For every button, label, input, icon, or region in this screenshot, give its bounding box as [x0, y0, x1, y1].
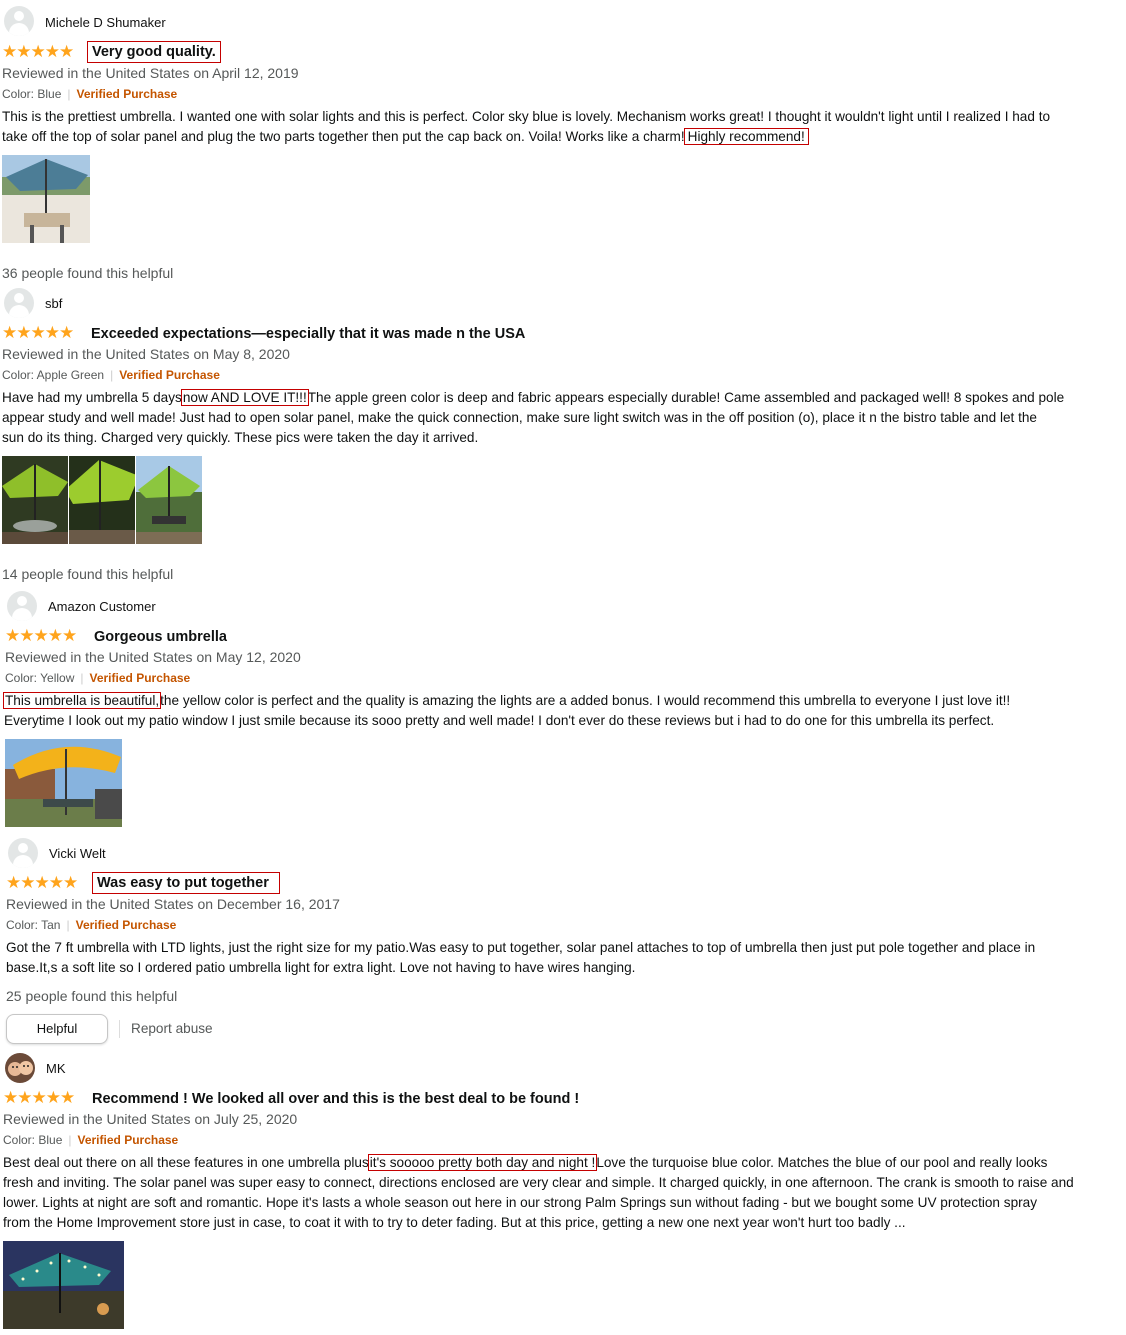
- review-body-line: Best deal out there on all these feature…: [3, 1153, 1074, 1173]
- review-image[interactable]: [136, 456, 202, 544]
- reviewer-name[interactable]: MK: [46, 1061, 66, 1076]
- star-rating-icon[interactable]: ★★★★★: [6, 874, 78, 892]
- review-body-line: lower. Lights at night are soft and roma…: [3, 1195, 1038, 1210]
- review-body: This is the prettiest umbrella. I wanted…: [2, 107, 1050, 147]
- divider: |: [66, 918, 70, 932]
- helpful-count: 36 people found this helpful: [2, 265, 174, 281]
- review-meta: Color: Blue | Verified Purchase: [2, 87, 177, 101]
- helpful-count: 25 people found this helpful: [6, 988, 178, 1004]
- helpful-button[interactable]: Helpful: [6, 1014, 108, 1044]
- review-body-line: This umbrella is beautiful,the yellow co…: [2, 691, 1011, 711]
- reviewer-name[interactable]: Amazon Customer: [48, 599, 156, 614]
- review-body-text: take off the top of solar panel and plug…: [2, 129, 685, 144]
- review-body-line: Got the 7 ft umbrella with LTD lights, j…: [6, 940, 1036, 955]
- avatar: [5, 1053, 35, 1083]
- review-date: Reviewed in the United States on July 25…: [3, 1111, 298, 1127]
- review-body: Got the 7 ft umbrella with LTD lights, j…: [6, 938, 1035, 978]
- avatar: [7, 591, 37, 621]
- review-date: Reviewed in the United States on April 1…: [2, 65, 299, 81]
- review-body: Have had my umbrella 5 daysnow AND LOVE …: [2, 388, 1064, 448]
- review-body-text: Best deal out there on all these feature…: [3, 1155, 369, 1170]
- review-meta: Color: Apple Green | Verified Purchase: [2, 368, 220, 382]
- reviewer-name[interactable]: Michele D Shumaker: [45, 15, 166, 30]
- review-image[interactable]: [2, 155, 90, 243]
- review-image[interactable]: [2, 456, 68, 544]
- review-body: This umbrella is beautiful,the yellow co…: [2, 691, 1011, 731]
- verified-purchase-badge: Verified Purchase: [89, 671, 191, 685]
- star-rating-icon[interactable]: ★★★★★: [3, 1089, 75, 1107]
- review-meta: Color: Tan | Verified Purchase: [6, 918, 176, 932]
- avatar: [4, 288, 34, 318]
- review-body-text: Love the turquoise blue color. Matches t…: [596, 1155, 1048, 1170]
- review-body-line: Have had my umbrella 5 daysnow AND LOVE …: [2, 388, 1064, 408]
- highlighted-text: Highly recommend!: [683, 128, 809, 145]
- review-body-line: This is the prettiest umbrella. I wanted…: [2, 109, 1051, 124]
- divider: |: [67, 87, 71, 101]
- color-variant-link[interactable]: Color: Tan: [6, 918, 60, 932]
- review-image[interactable]: [5, 739, 122, 827]
- star-rating-icon[interactable]: ★★★★★: [2, 324, 74, 342]
- review-date: Reviewed in the United States on May 12,…: [5, 649, 301, 665]
- review-title[interactable]: Recommend ! We looked all over and this …: [92, 1091, 579, 1107]
- highlighted-text: it's sooooo pretty both day and night !: [367, 1154, 598, 1171]
- review-title[interactable]: Was easy to put together: [92, 872, 280, 894]
- color-variant-link[interactable]: Color: Apple Green: [2, 368, 104, 382]
- star-rating-icon[interactable]: ★★★★★: [5, 627, 77, 645]
- verified-purchase-badge: Verified Purchase: [75, 918, 177, 932]
- divider: |: [68, 1133, 72, 1147]
- review-body-line: fresh and inviting. The solar panel was …: [3, 1175, 1074, 1190]
- divider: |: [110, 368, 114, 382]
- color-variant-link[interactable]: Color: Blue: [2, 87, 61, 101]
- review-title[interactable]: Very good quality.: [87, 41, 221, 63]
- review-body-line: from the Home Improvement store just in …: [3, 1215, 906, 1230]
- avatar: [4, 6, 34, 36]
- highlighted-text: now AND LOVE IT!!!: [180, 389, 309, 406]
- review-title[interactable]: Gorgeous umbrella: [94, 629, 227, 645]
- review-body-line: sun do its thing. Charged very quickly. …: [2, 430, 479, 445]
- helpful-count: 14 people found this helpful: [2, 566, 174, 582]
- report-abuse-link[interactable]: Report abuse: [131, 1021, 213, 1036]
- review-body-text: the yellow color is perfect and the qual…: [160, 693, 1011, 708]
- star-rating-icon[interactable]: ★★★★★: [2, 43, 74, 61]
- divider: |: [80, 671, 84, 685]
- review-body-line: Everytime I look out my patio window I j…: [4, 713, 995, 728]
- review-date: Reviewed in the United States on Decembe…: [6, 896, 340, 912]
- review-meta: Color: Yellow | Verified Purchase: [5, 671, 190, 685]
- verified-purchase-badge: Verified Purchase: [77, 1133, 179, 1147]
- review-body-line: take off the top of solar panel and plug…: [2, 127, 1050, 147]
- verified-purchase-badge: Verified Purchase: [119, 368, 220, 382]
- review-image[interactable]: [3, 1241, 124, 1329]
- review-image[interactable]: [69, 456, 135, 544]
- color-variant-link[interactable]: Color: Yellow: [5, 671, 74, 685]
- review-body-line: base.It,s a soft lite so I ordered patio…: [6, 960, 636, 975]
- color-variant-link[interactable]: Color: Blue: [3, 1133, 62, 1147]
- review-body-text: Have had my umbrella 5 days: [2, 390, 182, 405]
- review-body-line: appear study and well made! Just had to …: [2, 410, 1037, 425]
- review-title[interactable]: Exceeded expectations—especially that it…: [91, 326, 525, 342]
- reviewer-name[interactable]: sbf: [45, 296, 62, 311]
- review-body: Best deal out there on all these feature…: [3, 1153, 1074, 1233]
- divider: [119, 1020, 120, 1038]
- review-meta: Color: Blue | Verified Purchase: [3, 1133, 178, 1147]
- review-body-text: The apple green color is deep and fabric…: [307, 390, 1065, 405]
- reviewer-name[interactable]: Vicki Welt: [49, 846, 106, 861]
- highlighted-text: This umbrella is beautiful,: [2, 692, 162, 709]
- verified-purchase-badge: Verified Purchase: [76, 87, 178, 101]
- review-date: Reviewed in the United States on May 8, …: [2, 346, 290, 362]
- avatar: [8, 838, 38, 868]
